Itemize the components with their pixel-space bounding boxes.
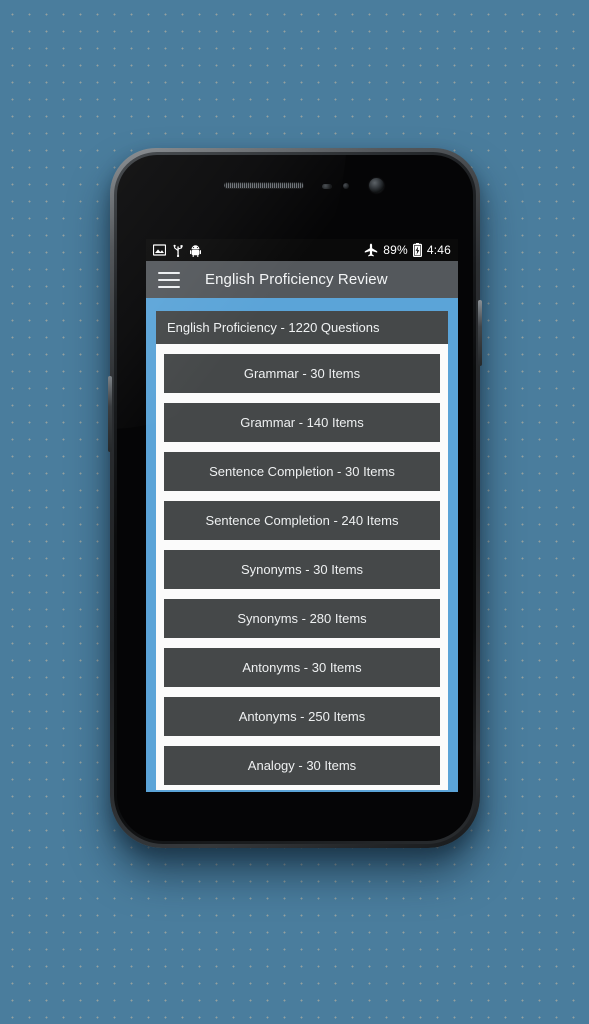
list-item[interactable]: Sentence Completion - 30 Items xyxy=(164,452,440,491)
volume-rocker-button[interactable] xyxy=(108,376,112,452)
phone-device: 89% 4:46 English Proficiency Review Engl… xyxy=(108,148,482,848)
power-button[interactable] xyxy=(478,300,482,366)
list-item[interactable]: Antonyms - 30 Items xyxy=(164,648,440,687)
status-bar-left-icons xyxy=(153,244,201,257)
hamburger-line xyxy=(158,271,180,274)
phone-front-face: 89% 4:46 English Proficiency Review Engl… xyxy=(117,155,473,841)
list-item[interactable]: Antonyms - 250 Items xyxy=(164,697,440,736)
earpiece-speaker-icon xyxy=(224,182,304,188)
list-item[interactable]: Grammar - 30 Items xyxy=(164,354,440,393)
clock-label: 4:46 xyxy=(426,243,451,257)
front-camera-icon xyxy=(369,178,384,193)
page-title: English Proficiency Review xyxy=(205,271,388,288)
list-item[interactable]: Sentence Completion - 240 Items xyxy=(164,501,440,540)
usb-icon xyxy=(173,244,183,257)
image-icon xyxy=(153,244,166,256)
battery-percent-label: 89% xyxy=(383,243,408,257)
content-frame: English Proficiency - 1220 Questions Gra… xyxy=(146,298,458,792)
list-item[interactable]: Grammar - 140 Items xyxy=(164,403,440,442)
list-item[interactable]: Synonyms - 280 Items xyxy=(164,599,440,638)
android-debug-icon xyxy=(190,244,201,257)
battery-charging-icon xyxy=(412,243,422,257)
section-header: English Proficiency - 1220 Questions xyxy=(156,311,448,344)
quiz-category-list[interactable]: Grammar - 30 Items Grammar - 140 Items S… xyxy=(156,344,448,790)
status-bar: 89% 4:46 xyxy=(146,239,458,261)
airplane-mode-icon xyxy=(365,243,378,257)
hamburger-menu-icon[interactable] xyxy=(158,271,180,288)
hamburger-line xyxy=(158,285,180,288)
app-bar: English Proficiency Review xyxy=(146,261,458,298)
proximity-sensor-icon xyxy=(322,184,332,189)
phone-screen: 89% 4:46 English Proficiency Review Engl… xyxy=(146,239,458,792)
hamburger-line xyxy=(158,278,180,281)
phone-bezel: 89% 4:46 English Proficiency Review Engl… xyxy=(114,152,476,844)
light-sensor-icon xyxy=(343,183,349,189)
list-item[interactable]: Synonyms - 30 Items xyxy=(164,550,440,589)
status-bar-right-icons: 89% 4:46 xyxy=(364,243,451,257)
list-item[interactable]: Analogy - 30 Items xyxy=(164,746,440,785)
